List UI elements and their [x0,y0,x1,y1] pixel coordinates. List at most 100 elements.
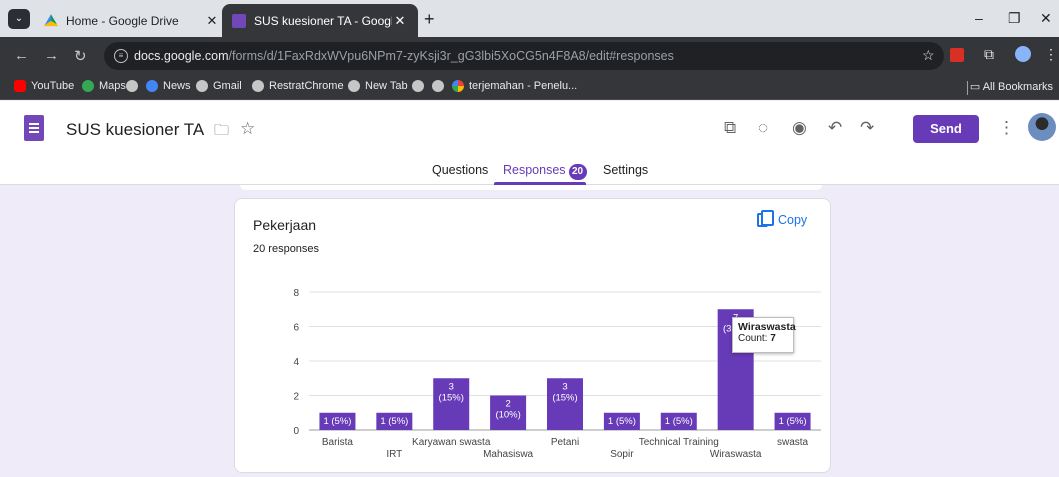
x-tick-label: Karyawan swasta [412,437,491,448]
browser-tab-title: SUS kuesioner TA - Google Forms [254,13,392,28]
forms-header: SUS kuesioner TA 🗀 ☆ ⧉ ◌ ◉ ↶ ↷ Send ⋮ [0,101,1059,157]
bookmark-label: YouTube [31,80,75,92]
all-bookmarks[interactable]: ▭ All Bookmarks [970,80,1053,93]
add-ons-icon[interactable]: ⧉ [724,118,736,138]
profile-avatar-icon[interactable] [1015,46,1031,62]
browser-tab-title: Home - Google Drive [66,13,179,28]
site-info-icon[interactable]: ≡ [114,49,128,63]
globe-icon [432,80,444,92]
x-tick-label: Wiraswasta [710,449,762,460]
bar-data-label: (15%) [439,392,464,403]
tab-settings[interactable]: Settings [603,163,648,177]
browser-tab-forms[interactable]: SUS kuesioner TA - Google Forms ✕ [222,4,418,37]
browser-menu-icon[interactable]: ⋮ [1044,46,1058,63]
new-tab-icon[interactable]: + [424,9,435,30]
url-host: docs.google.com [134,49,229,63]
globe-icon [348,80,360,92]
x-tick-label: Mahasiswa [483,449,533,460]
close-tab-icon[interactable]: ✕ [392,13,408,29]
bookmark-globe-3[interactable] [432,80,449,92]
preview-eye-icon[interactable]: ◉ [792,118,807,138]
bookmark-star-icon[interactable]: ☆ [922,47,935,64]
maps-icon [82,80,94,92]
bookmark-maps[interactable]: Maps [82,80,126,92]
bookmark-label: RestratChrome [269,80,344,92]
bookmark-gmail[interactable]: Gmail [196,80,242,92]
tooltip-count-label: Count: [738,333,768,344]
bar-data-label: (15%) [552,392,577,403]
back-icon[interactable]: ← [14,47,29,64]
bookmark-label: terjemahan - Penelu... [469,80,578,92]
y-tick-label: 6 [293,323,299,334]
bookmark-newtab[interactable]: New Tab [348,80,408,92]
responses-page: Pekerjaan 20 responses Copy 024681 (5%) B… [0,185,1059,477]
globe-icon [126,80,138,92]
address-bar[interactable]: ≡ docs.google.com/forms/d/1FaxRdxWVpu6NP… [104,42,944,70]
globe-icon [196,80,208,92]
browser-tab-drive[interactable]: Home - Google Drive ✕ [34,4,230,37]
window-close-icon[interactable]: ✕ [1040,10,1052,27]
tab-search-chevron-icon[interactable]: ⌄ [8,9,30,29]
question-summary-card: Pekerjaan 20 responses Copy 024681 (5%) B… [234,198,831,473]
url-text[interactable]: docs.google.com/forms/d/1FaxRdxWVpu6NPm7… [134,49,674,63]
tab-questions[interactable]: Questions [432,163,488,177]
google-forms-logo-icon[interactable] [24,115,44,141]
x-tick-label: Barista [322,437,354,448]
browser-toolbar: ← → ↻ ≡ docs.google.com/forms/d/1FaxRdxW… [0,37,1059,75]
bookmark-label: Maps [99,80,126,92]
close-tab-icon[interactable]: ✕ [204,13,220,29]
tooltip-category: Wiraswasta [738,321,796,333]
minimize-icon[interactable]: – [975,10,983,26]
extensions-puzzle-icon[interactable]: ⧉ [984,46,994,63]
browser-tab-strip: ⌄ Home - Google Drive ✕ SUS kuesioner TA… [0,0,1059,37]
undo-icon[interactable]: ↶ [828,118,842,138]
bookmark-label: News [163,80,191,92]
form-title[interactable]: SUS kuesioner TA [66,120,204,140]
previous-card-edge [240,185,822,190]
customize-theme-icon[interactable]: ◌ [758,118,768,138]
youtube-icon [14,80,26,92]
forward-icon[interactable]: → [44,47,59,64]
bar-data-label: 1 (5%) [323,416,351,427]
bookmark-restratchrome[interactable]: RestratChrome [252,80,344,92]
user-avatar[interactable] [1028,113,1056,141]
google-drive-icon [44,14,58,27]
bookmarks-divider [967,81,968,95]
url-path: /forms/d/1FaxRdxWVpu6NPm7-zyKsji3r_gG3lb… [228,49,674,63]
x-tick-label: swasta [777,437,809,448]
bookmark-terjemahan[interactable]: terjemahan - Penelu... [452,80,577,92]
x-tick-label: IRT [386,449,402,460]
y-tick-label: 8 [293,288,299,299]
bookmark-youtube[interactable]: YouTube [14,80,74,92]
redo-icon[interactable]: ↷ [860,118,874,138]
bar-data-label: 3 [562,381,567,392]
tooltip-count: Count: 7 [738,333,788,344]
x-tick-label: Petani [551,437,579,448]
x-tick-label: Technical Training [639,437,719,448]
tab-responses-label: Responses [503,163,566,177]
move-to-folder-icon[interactable]: 🗀 [214,120,229,145]
y-tick-label: 2 [293,392,299,403]
bookmarks-bar: YouTube Maps News Gmail RestratChrome Ne… [0,75,1059,100]
star-icon[interactable]: ☆ [240,119,255,139]
bookmark-label: New Tab [365,80,408,92]
more-options-icon[interactable]: ⋮ [998,118,1015,138]
folder-icon: ▭ [969,81,983,93]
google-forms-icon [232,13,246,28]
bar-data-label: 1 (5%) [608,416,636,427]
bar-data-label: 1 (5%) [779,416,807,427]
bookmark-globe[interactable] [126,80,143,92]
bookmark-globe-2[interactable] [412,80,429,92]
send-button[interactable]: Send [913,115,979,143]
bar-data-label: 1 (5%) [665,416,693,427]
bookmark-news[interactable]: News [146,80,191,92]
news-icon [146,80,158,92]
reload-icon[interactable]: ↻ [74,47,87,65]
bar-data-label: 3 [449,381,454,392]
y-tick-label: 4 [293,357,299,368]
form-tabs: Questions Responses 20 Settings [0,157,1059,185]
tab-responses[interactable]: Responses 20 [503,163,587,180]
restore-icon[interactable]: ❐ [1008,10,1021,27]
tooltip-count-value: 7 [770,333,776,344]
extension-icon[interactable] [950,48,964,62]
